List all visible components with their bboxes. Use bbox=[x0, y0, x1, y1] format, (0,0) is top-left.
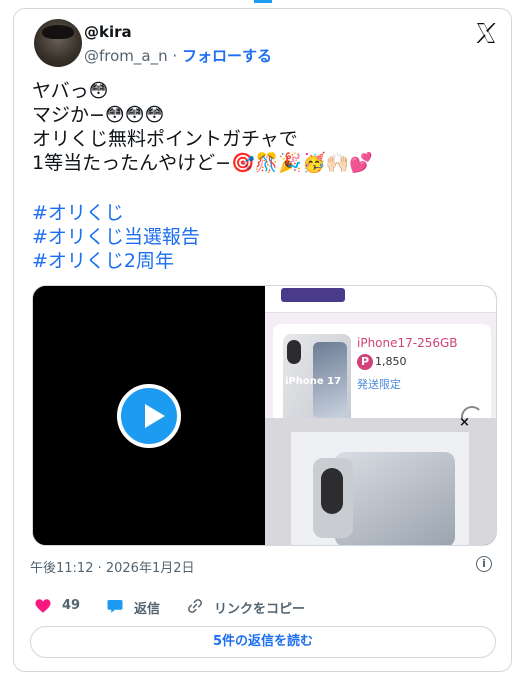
reply-button[interactable]: 返信 bbox=[134, 598, 160, 617]
screenshot-image[interactable]: iPhone 17 iPhone17-256GB P 1,850 発送限定 × bbox=[265, 286, 496, 545]
app-header-strip bbox=[265, 286, 496, 313]
read-replies-button[interactable]: 5件の返信を読む bbox=[30, 626, 496, 658]
popup-image bbox=[291, 432, 469, 545]
copy-link-button[interactable]: リンクをコピー bbox=[214, 598, 305, 617]
tweet-text: ヤバっ😳 マジか−😳😳😳 オリくじ無料ポイントガチャで 1等当たったんやけど−🎯… bbox=[32, 80, 373, 174]
phone-image-label: iPhone 17 bbox=[285, 376, 342, 387]
hashtag-link[interactable]: #オリくじ当選報告 bbox=[32, 225, 200, 249]
handle-separator: · bbox=[172, 47, 178, 65]
video-player[interactable] bbox=[33, 286, 263, 545]
top-indicator bbox=[254, 0, 272, 3]
product-points: 1,850 bbox=[375, 355, 407, 368]
media-grid: iPhone 17 iPhone17-256GB P 1,850 発送限定 × bbox=[32, 285, 497, 546]
hashtag-link[interactable]: #オリくじ2周年 bbox=[32, 249, 200, 273]
x-logo-icon[interactable] bbox=[474, 21, 498, 45]
follow-button[interactable]: フォローする bbox=[182, 47, 272, 65]
product-popup: × bbox=[265, 415, 496, 545]
display-name[interactable]: @kira bbox=[84, 23, 132, 41]
heart-icon[interactable] bbox=[34, 597, 52, 615]
author-handle[interactable]: @from_a_n bbox=[84, 47, 168, 65]
points-banner bbox=[281, 288, 345, 302]
timestamp[interactable]: 午後11:12 · 2026年1月2日 bbox=[30, 557, 195, 576]
points-badge: P bbox=[357, 354, 373, 370]
shipping-note: 発送限定 bbox=[357, 378, 401, 391]
avatar[interactable] bbox=[34, 19, 82, 67]
info-icon[interactable]: i bbox=[476, 556, 492, 572]
hashtag-link[interactable]: #オリくじ bbox=[32, 201, 200, 225]
close-icon: × bbox=[459, 415, 470, 430]
phone-image bbox=[313, 452, 455, 545]
link-icon[interactable] bbox=[186, 597, 204, 615]
play-icon[interactable] bbox=[117, 384, 181, 448]
reply-icon[interactable] bbox=[106, 597, 124, 615]
product-title: iPhone17-256GB bbox=[357, 336, 458, 350]
hashtags: #オリくじ #オリくじ当選報告 #オリくじ2周年 bbox=[32, 201, 200, 273]
like-count[interactable]: 49 bbox=[62, 598, 80, 613]
author-handle-row: @from_a_n · フォローする bbox=[84, 45, 272, 66]
